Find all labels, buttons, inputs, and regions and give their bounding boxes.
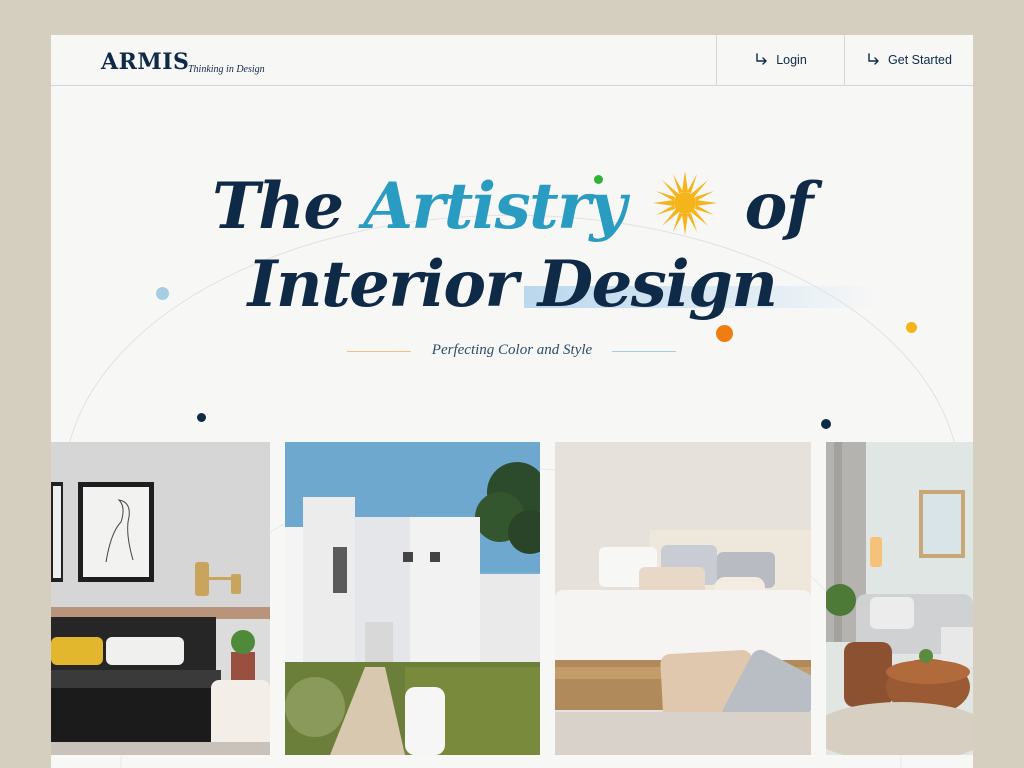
login-label: Login <box>776 53 807 67</box>
login-button[interactable]: Login <box>716 35 844 85</box>
orange-dot <box>716 325 733 342</box>
page-frame: ARMIS Thinking in Design Login Get Start… <box>51 35 973 768</box>
hero-subtitle: Perfecting Color and Style <box>431 342 593 358</box>
yellow-dot <box>906 322 917 333</box>
bedroom-dark-photo[interactable] <box>51 442 270 755</box>
white-house-photo[interactable] <box>285 442 540 755</box>
brand-tagline: Thinking in Design <box>188 64 265 75</box>
bedroom-neutral-photo[interactable] <box>555 442 811 755</box>
navy-dot-right <box>821 419 831 429</box>
get-started-label: Get Started <box>888 53 952 67</box>
brand-logo[interactable]: ARMIS <box>101 49 189 75</box>
site-header: ARMIS Thinking in Design Login Get Start… <box>51 35 973 86</box>
living-room-photo[interactable] <box>826 442 973 755</box>
get-started-button[interactable]: Get Started <box>844 35 973 85</box>
sun-icon <box>652 171 717 235</box>
hero-title-line2: Interior Design <box>247 247 778 322</box>
arrow-down-right-icon <box>756 53 767 65</box>
arrow-down-right-icon <box>868 53 879 65</box>
subtitle-line-right <box>612 351 676 352</box>
title-word-of: of <box>744 169 814 244</box>
title-word-the: The <box>212 169 344 244</box>
hero-title-line1: The Artistry of <box>51 169 973 244</box>
title-accent: Artistry <box>363 169 626 244</box>
navy-dot-left <box>197 413 206 422</box>
